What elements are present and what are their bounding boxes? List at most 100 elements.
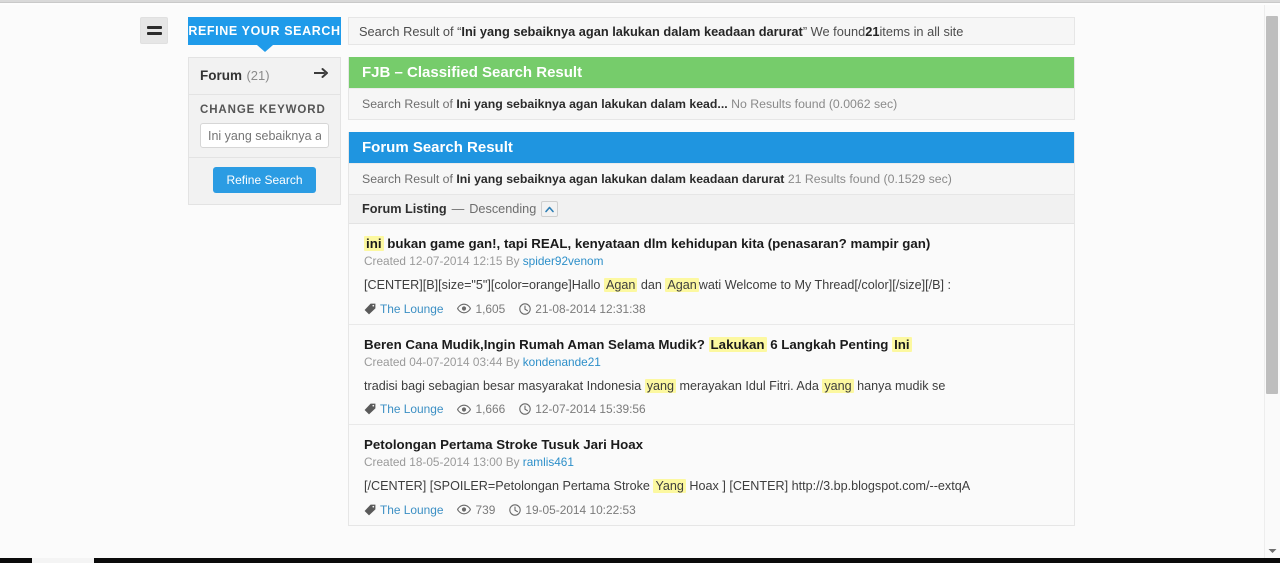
result-author-link[interactable]: spider92venom	[523, 254, 604, 268]
window-bottom-bar	[0, 558, 1280, 563]
result-snippet-text: merayakan Idul Fitri. Ada	[676, 378, 823, 393]
result-forum-chip[interactable]: The Lounge	[364, 402, 443, 416]
refine-tab-label: REFINE YOUR SEARCH	[188, 24, 341, 38]
search-term-highlight: Agan	[603, 278, 638, 293]
hamburger-icon-bar	[146, 32, 162, 35]
forum-panel-heading: Forum Search Result	[349, 132, 1074, 163]
chevron-up-icon[interactable]	[541, 201, 559, 217]
result-title-link[interactable]: Petolongan Pertama Stroke Tusuk Jari Hoa…	[364, 437, 643, 452]
search-summary-bar: Search Result of “Ini yang sebaiknya aga…	[348, 17, 1075, 45]
result-timestamp: 19-05-2014 10:22:53	[525, 502, 636, 517]
eye-icon	[457, 504, 472, 515]
fjb-sub-query: Ini yang sebaiknya agan lakukan dalam ke…	[456, 97, 728, 111]
forum-panel-title: Forum Search Result	[362, 139, 513, 156]
chevron-down-icon[interactable]	[1266, 546, 1278, 556]
result-title-link[interactable]: Beren Cana Mudik,Ingin Rumah Aman Selama…	[364, 336, 912, 352]
tag-icon	[364, 403, 376, 415]
result-snippet-text: Hoax ] [CENTER] http://3.bp.blogspot.com…	[685, 479, 971, 494]
search-summary-query: Ini yang sebaiknya agan lakukan dalam ke…	[461, 23, 803, 39]
result-forum-name[interactable]: The Lounge	[380, 503, 443, 517]
search-term-highlight: Yang	[653, 479, 686, 494]
result-snippet-text: hanya mudik se	[853, 378, 946, 393]
result-snippet-text: [/CENTER] [SPOILER=Petolongan Pertama St…	[364, 479, 654, 494]
menu-toggle-button[interactable]	[140, 17, 168, 44]
result-snippet-text: wati Welcome to My Thread[/color][/size]…	[698, 278, 951, 293]
search-term-highlight: yang	[822, 378, 854, 393]
search-summary-middle: ” We found	[802, 23, 866, 39]
result-forum-name[interactable]: The Lounge	[380, 302, 443, 316]
result-snippet: tradisi bagi sebagian besar masyarakat I…	[364, 377, 1059, 395]
refine-your-search-tab[interactable]: REFINE YOUR SEARCH	[188, 17, 341, 45]
result-snippet: [/CENTER] [SPOILER=Petolongan Pertama St…	[364, 477, 1059, 495]
result-footer-meta: The Lounge 739 19-05-2014 10:22:53	[364, 503, 1059, 517]
search-result-item: Beren Cana Mudik,Ingin Rumah Aman Selama…	[349, 324, 1074, 426]
fjb-panel-heading: FJB – Classified Search Result	[349, 57, 1074, 88]
sidebar-item-forum[interactable]: Forum (21)	[188, 57, 341, 95]
result-timestamp: 21-08-2014 12:31:38	[535, 301, 646, 316]
hamburger-icon	[146, 26, 162, 29]
by-label: By	[505, 354, 520, 369]
fjb-sub-status: No Results found (0.0062 sec)	[731, 97, 898, 111]
search-summary-count: 21	[865, 23, 880, 39]
refine-tab-pointer	[257, 45, 273, 52]
result-forum-chip[interactable]: The Lounge	[364, 302, 443, 316]
search-term-highlight: Ini	[892, 336, 912, 352]
search-summary-prefix: Search Result of “	[359, 23, 462, 39]
result-views-chip: 1,605	[457, 302, 505, 316]
scrollbar-thumb[interactable]	[1266, 16, 1278, 394]
result-snippet: [CENTER][B][size="5"][color=orange]Hallo…	[364, 276, 1059, 294]
page-scrollbar[interactable]	[1264, 5, 1280, 558]
result-views-count: 1,605	[475, 301, 506, 316]
eye-icon	[457, 303, 472, 314]
forum-listing-bar: Forum Listing — Descending	[349, 194, 1074, 224]
result-author-link[interactable]: ramlis461	[523, 455, 574, 469]
refine-search-actions: Refine Search	[188, 158, 341, 205]
created-label: Created	[364, 455, 406, 470]
result-forum-name[interactable]: The Lounge	[380, 402, 443, 416]
result-created-meta: Created 18-05-2014 13:00 By ramlis461	[364, 455, 1059, 469]
search-term-highlight: Agan	[665, 278, 699, 293]
result-title[interactable]: Petolongan Pertama Stroke Tusuk Jari Hoa…	[364, 435, 1059, 454]
result-timestamp: 12-07-2014 15:39:56	[535, 402, 646, 417]
created-date: 18-05-2014 13:00	[409, 455, 503, 470]
created-label: Created	[364, 354, 406, 369]
result-created-meta: Created 04-07-2014 03:44 By kondenande21	[364, 355, 1059, 369]
result-title[interactable]: ini bukan game gan!, tapi REAL, kenyataa…	[364, 234, 1059, 253]
result-title-link[interactable]: ini bukan game gan!, tapi REAL, kenyataa…	[364, 236, 930, 251]
result-views-count: 739	[475, 502, 496, 517]
result-created-meta: Created 12-07-2014 12:15 By spider92veno…	[364, 254, 1059, 268]
refine-search-sidebar: Forum (21) CHANGE KEYWORD Refine Search	[188, 57, 341, 205]
search-term-highlight: ini	[364, 236, 384, 251]
sidebar-forum-count: (21)	[246, 68, 270, 83]
result-author-link[interactable]: kondenande21	[523, 355, 601, 369]
result-forum-chip[interactable]: The Lounge	[364, 503, 443, 517]
window-bottom-nub	[32, 558, 94, 563]
search-term-highlight: yang	[644, 378, 677, 393]
created-date: 12-07-2014 12:15	[409, 254, 503, 269]
created-label: Created	[364, 254, 406, 269]
by-label: By	[505, 455, 520, 470]
refine-search-button[interactable]: Refine Search	[213, 167, 316, 193]
fjb-panel-title: FJB – Classified Search Result	[362, 64, 583, 81]
search-result-item: Petolongan Pertama Stroke Tusuk Jari Hoa…	[349, 425, 1074, 525]
result-title[interactable]: Beren Cana Mudik,Ingin Rumah Aman Selama…	[364, 335, 1059, 354]
keyword-input[interactable]	[200, 123, 329, 148]
created-date: 04-07-2014 03:44	[409, 354, 503, 369]
sidebar-forum-label: Forum	[200, 68, 242, 83]
result-snippet-text: dan	[637, 278, 666, 293]
result-views-chip: 1,666	[457, 402, 505, 416]
viewport-top-edge-highlight	[0, 3, 1280, 5]
search-summary-suffix: items in all site	[879, 23, 964, 39]
forum-panel-subtitle: Search Result of Ini yang sebaiknya agan…	[349, 163, 1074, 194]
eye-icon	[457, 404, 472, 415]
page-root: REFINE YOUR SEARCH Forum (21) CHANGE KEY…	[0, 0, 1280, 563]
forum-sub-prefix: Search Result of	[362, 172, 457, 186]
result-timestamp-chip: 19-05-2014 10:22:53	[509, 502, 636, 517]
arrow-right-icon[interactable]	[314, 67, 329, 79]
tag-icon	[364, 504, 376, 516]
tag-icon	[364, 303, 376, 315]
forum-sub-status: 21 Results found (0.1529 sec)	[787, 172, 952, 186]
result-title-text: Beren Cana Mudik,Ingin Rumah Aman Selama…	[364, 336, 709, 352]
clock-icon	[519, 302, 531, 315]
search-result-item: ini bukan game gan!, tapi REAL, kenyataa…	[349, 224, 1074, 325]
